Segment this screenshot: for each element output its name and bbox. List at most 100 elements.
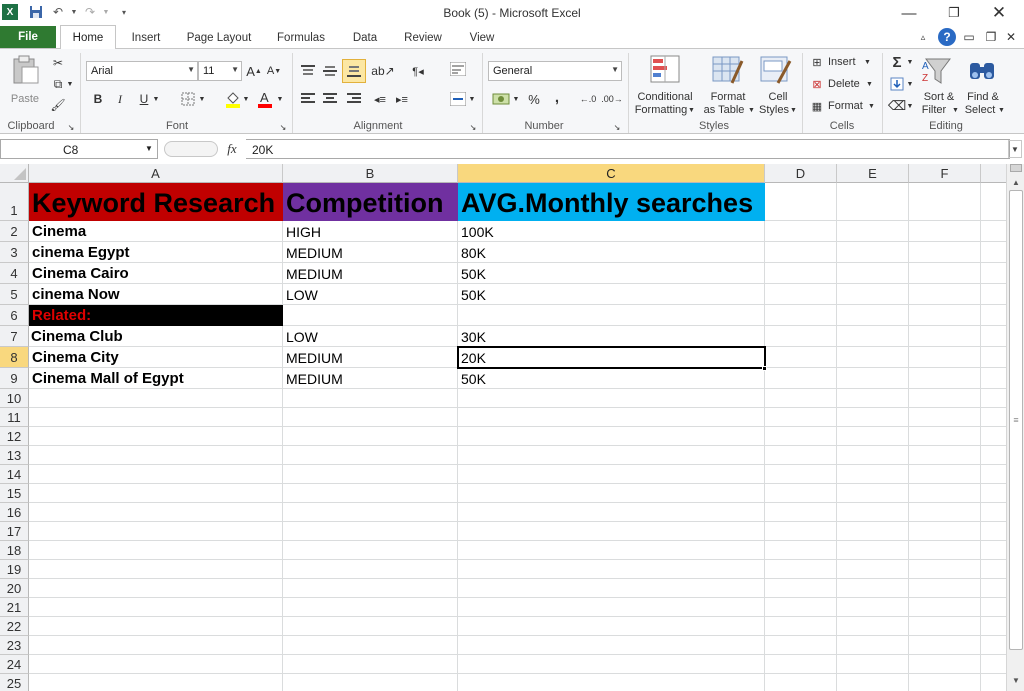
increase-decimal-icon[interactable]: ←.0: [578, 89, 598, 109]
cell-a4[interactable]: Cinema Cairo: [29, 263, 282, 284]
scroll-thumb[interactable]: ≡: [1009, 190, 1023, 650]
workbook-minimize-icon[interactable]: ▭: [962, 30, 976, 44]
row-header-7[interactable]: 7: [0, 326, 29, 347]
fill-color-dropdown-icon[interactable]: ▼: [242, 89, 250, 109]
col-header-f[interactable]: F: [909, 164, 981, 183]
row-header-13[interactable]: 13: [0, 446, 29, 465]
formula-bar-divider-handle[interactable]: [164, 141, 218, 157]
col-header-d[interactable]: D: [765, 164, 837, 183]
scroll-up-button[interactable]: ▲: [1008, 174, 1024, 190]
cell-a6[interactable]: Related:: [29, 305, 283, 326]
cell-c8-active[interactable]: 20K: [457, 346, 766, 369]
cell-a2[interactable]: Cinema: [29, 221, 282, 242]
col-header-a[interactable]: A: [29, 164, 283, 183]
fill-icon[interactable]: [888, 75, 906, 93]
cut-icon[interactable]: ✂: [50, 55, 66, 71]
fill-color-icon[interactable]: [224, 89, 242, 109]
minimize-button[interactable]: —: [895, 2, 923, 24]
alignment-launcher-icon[interactable]: ↘: [468, 122, 478, 132]
row-header-20[interactable]: 20: [0, 579, 29, 598]
row-header-24[interactable]: 24: [0, 655, 29, 674]
workbook-restore-icon[interactable]: ❐: [984, 30, 998, 44]
text-direction-icon[interactable]: ¶◂: [408, 61, 428, 81]
row-header-5[interactable]: 5: [0, 284, 29, 305]
orientation-icon[interactable]: ab↗: [371, 61, 394, 81]
grow-font-icon[interactable]: A ▲: [246, 61, 262, 81]
align-middle-icon[interactable]: [320, 61, 340, 81]
percent-button[interactable]: %: [526, 89, 542, 109]
restore-button[interactable]: ❐: [940, 2, 968, 24]
autosum-icon[interactable]: Σ: [888, 53, 906, 71]
borders-icon[interactable]: [180, 89, 196, 109]
autosum-dropdown-icon[interactable]: ▼: [906, 53, 914, 71]
cell-c4[interactable]: 50K: [458, 263, 764, 284]
row-header-8[interactable]: 8: [0, 347, 29, 368]
find-select-button[interactable]: Find & Select ▼: [962, 53, 1005, 117]
align-bottom-icon[interactable]: [342, 59, 366, 83]
comma-button[interactable]: ,: [550, 87, 564, 107]
cell-a3[interactable]: cinema Egypt: [29, 242, 282, 263]
merge-dropdown-icon[interactable]: ▼: [468, 89, 476, 109]
cell-b1[interactable]: Competition: [283, 183, 458, 221]
cell-b7[interactable]: LOW: [283, 326, 457, 347]
row-header-21[interactable]: 21: [0, 598, 29, 617]
align-right-icon[interactable]: [344, 89, 364, 109]
delete-cells-button[interactable]: ⊠ Delete ▼: [808, 75, 878, 93]
cell-c1[interactable]: AVG.Monthly searches: [458, 183, 765, 221]
italic-button[interactable]: I: [112, 89, 128, 109]
cell-c9[interactable]: 50K: [458, 368, 764, 389]
col-header-b[interactable]: B: [283, 164, 458, 183]
shrink-font-icon[interactable]: A ▼: [266, 61, 282, 81]
font-color-dropdown-icon[interactable]: ▼: [276, 89, 284, 109]
row-header-15[interactable]: 15: [0, 484, 29, 503]
font-launcher-icon[interactable]: ↘: [278, 122, 288, 132]
scroll-down-button[interactable]: ▼: [1008, 672, 1024, 688]
cell-b3[interactable]: MEDIUM: [283, 242, 457, 263]
tab-page-layout[interactable]: Page Layout: [180, 28, 258, 48]
clipboard-launcher-icon[interactable]: ↘: [66, 122, 76, 132]
worksheet-grid[interactable]: A B C D E F 1 2 3 4 5 6 7 8 9 10 11 12 1…: [0, 164, 1006, 691]
copy-dropdown-icon[interactable]: ▼: [66, 76, 74, 92]
paste-button[interactable]: Paste: [6, 53, 44, 107]
insert-function-icon[interactable]: fx: [222, 140, 242, 158]
cell-b5[interactable]: LOW: [283, 284, 457, 305]
increase-indent-icon[interactable]: ▸≡: [392, 89, 412, 109]
cell-a9[interactable]: Cinema Mall of Egypt: [29, 368, 282, 389]
row-header-14[interactable]: 14: [0, 465, 29, 484]
decrease-indent-icon[interactable]: ◂≡: [370, 89, 390, 109]
borders-dropdown-icon[interactable]: ▼: [198, 89, 206, 109]
row-header-25[interactable]: 25: [0, 674, 29, 691]
clear-dropdown-icon[interactable]: ▼: [906, 97, 914, 115]
help-icon[interactable]: ?: [938, 28, 956, 46]
align-center-icon[interactable]: [320, 89, 340, 109]
tab-data[interactable]: Data: [345, 28, 385, 48]
format-as-table-button[interactable]: Format as Table ▼: [700, 53, 756, 117]
cell-a5[interactable]: cinema Now: [29, 284, 282, 305]
name-box-dropdown-icon[interactable]: ▼: [145, 144, 153, 153]
format-painter-icon[interactable]: 🖌: [50, 97, 66, 113]
tab-review[interactable]: Review: [396, 28, 450, 48]
font-color-icon[interactable]: A: [256, 89, 274, 109]
tab-file[interactable]: File: [0, 26, 56, 48]
split-box-handle[interactable]: [1010, 164, 1022, 172]
tab-insert[interactable]: Insert: [122, 28, 170, 48]
row-header-2[interactable]: 2: [0, 221, 29, 242]
col-header-g[interactable]: [981, 164, 1006, 183]
cell-b4[interactable]: MEDIUM: [283, 263, 457, 284]
font-size-combo[interactable]: 11 ▼: [198, 61, 242, 81]
vertical-scrollbar[interactable]: ▲ ≡ ▼: [1006, 164, 1024, 691]
cell-b9[interactable]: MEDIUM: [283, 368, 457, 389]
row-header-22[interactable]: 22: [0, 617, 29, 636]
format-cells-button[interactable]: ▦ Format ▼: [808, 97, 878, 115]
align-top-icon[interactable]: [298, 61, 318, 81]
col-header-c[interactable]: C: [458, 164, 765, 183]
cell-a7[interactable]: Cinema Club: [29, 326, 282, 347]
clear-icon[interactable]: ⌫: [888, 97, 906, 115]
sort-filter-button[interactable]: AZ Sort & Filter ▼: [918, 53, 960, 117]
cell-b8[interactable]: MEDIUM: [283, 347, 457, 368]
merge-center-icon[interactable]: [448, 89, 468, 109]
number-format-combo[interactable]: General ▼: [488, 61, 622, 81]
underline-dropdown-icon[interactable]: ▼: [152, 89, 160, 109]
row-header-17[interactable]: 17: [0, 522, 29, 541]
row-header-19[interactable]: 19: [0, 560, 29, 579]
